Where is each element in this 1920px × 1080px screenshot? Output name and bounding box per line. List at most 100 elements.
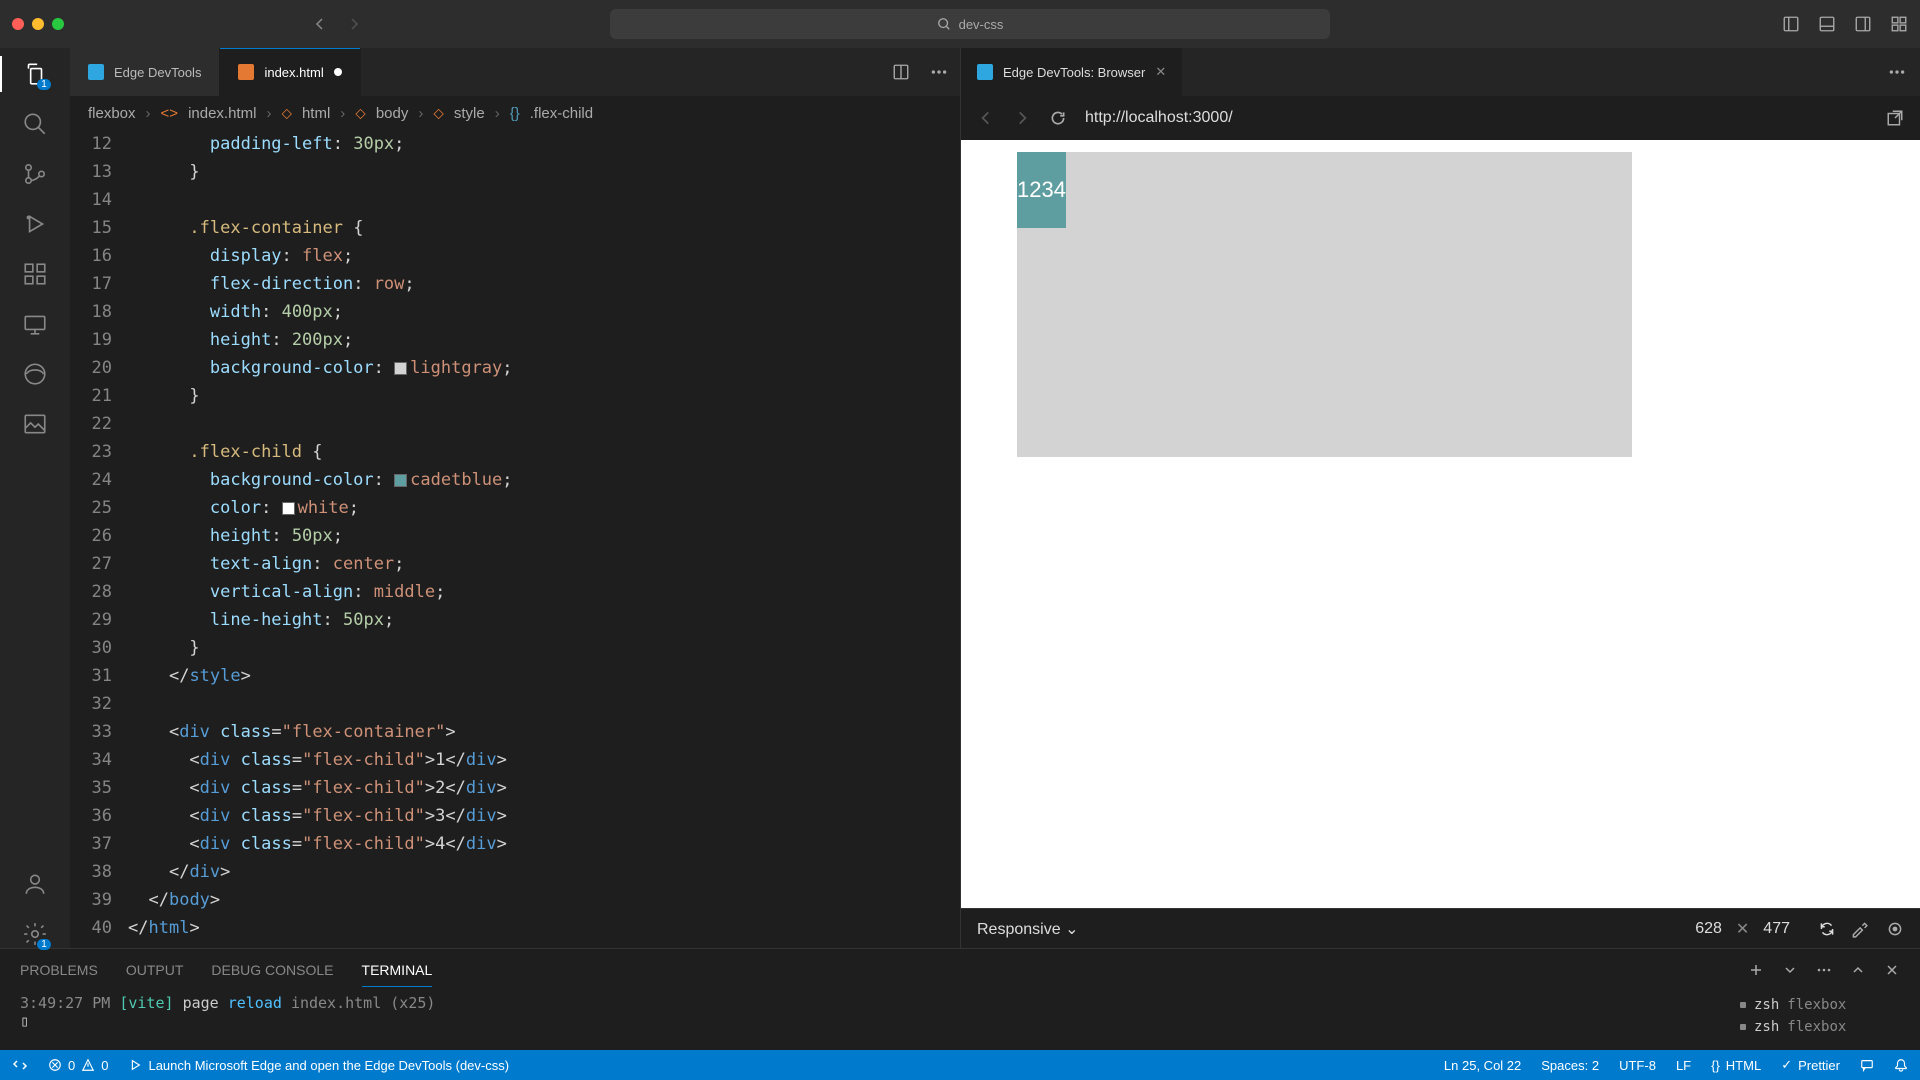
tab-label: index.html xyxy=(264,65,323,80)
status-feedback-icon[interactable] xyxy=(1860,1057,1874,1073)
minimize-window-button[interactable] xyxy=(32,18,44,30)
browser-back-icon[interactable] xyxy=(977,109,995,127)
more-actions-icon[interactable] xyxy=(930,63,948,81)
chevron-right-icon: › xyxy=(495,105,500,122)
panel-tab-terminal[interactable]: TERMINAL xyxy=(362,962,433,987)
breadcrumb[interactable]: flexbox › <> index.html › ⬦ html › ⬦ bod… xyxy=(70,96,960,130)
activity-edge-devtools[interactable] xyxy=(21,360,49,388)
terminal-list-item[interactable]: zsh flexbox xyxy=(1740,1016,1900,1038)
panel-tab-output[interactable]: OUTPUT xyxy=(126,962,184,978)
status-remote[interactable] xyxy=(12,1057,28,1073)
dirty-indicator-icon xyxy=(334,68,342,76)
url-bar[interactable]: http://localhost:3000/ xyxy=(1085,109,1233,127)
activity-source-control[interactable] xyxy=(21,160,49,188)
status-eol[interactable]: LF xyxy=(1676,1057,1691,1073)
panel-tab-debug-console[interactable]: DEBUG CONSOLE xyxy=(211,962,333,978)
activity-settings[interactable]: 1 xyxy=(21,920,49,948)
settings-badge: 1 xyxy=(37,939,51,950)
nav-back-icon[interactable] xyxy=(312,16,328,32)
status-prettier[interactable]: ✓ Prettier xyxy=(1781,1057,1840,1073)
activity-extensions[interactable] xyxy=(21,260,49,288)
terminal-cursor: ▯ xyxy=(20,1012,1740,1030)
status-language[interactable]: {} HTML xyxy=(1711,1057,1761,1073)
activity-image[interactable] xyxy=(21,410,49,438)
preview-flex-child: 2 xyxy=(1029,152,1041,228)
breadcrumb-item[interactable]: flexbox xyxy=(88,105,136,122)
dimension-separator: ✕ xyxy=(1736,919,1749,939)
rotate-icon[interactable] xyxy=(1818,920,1836,938)
status-problems[interactable]: 0 0 xyxy=(48,1058,108,1073)
browser-tab[interactable]: Edge DevTools: Browser ✕ xyxy=(961,48,1182,96)
activity-run-debug[interactable] xyxy=(21,210,49,238)
browser-reload-icon[interactable] xyxy=(1049,109,1067,127)
terminal-file: index.html xyxy=(291,994,381,1012)
eyedropper-icon[interactable] xyxy=(1850,920,1868,938)
close-window-button[interactable] xyxy=(12,18,24,30)
maximize-window-button[interactable] xyxy=(52,18,64,30)
activity-bar: 1 1 xyxy=(0,48,70,948)
explorer-badge: 1 xyxy=(37,79,51,90)
open-external-icon[interactable] xyxy=(1886,109,1904,127)
tab-edge-devtools[interactable]: Edge DevTools xyxy=(70,48,220,96)
browser-tab-label: Edge DevTools: Browser xyxy=(1003,65,1145,80)
browser-forward-icon[interactable] xyxy=(1013,109,1031,127)
layout-panel-right-icon[interactable] xyxy=(1854,15,1872,33)
breadcrumb-item[interactable]: style xyxy=(454,105,485,122)
terminal-list-item[interactable]: zsh flexbox xyxy=(1740,994,1900,1016)
edge-icon xyxy=(88,64,104,80)
browser-toolbar: http://localhost:3000/ xyxy=(961,96,1920,140)
chevron-right-icon: › xyxy=(266,105,271,122)
terminal-count: (x25) xyxy=(390,994,435,1012)
terminal-icon xyxy=(1740,1024,1746,1030)
tab-index-html[interactable]: index.html xyxy=(220,48,360,96)
breadcrumb-item[interactable]: html xyxy=(302,105,330,122)
more-actions-icon[interactable] xyxy=(1888,63,1906,81)
code-editor[interactable]: 1213141516171819202122232425262728293031… xyxy=(70,130,960,948)
window-controls xyxy=(12,18,64,30)
status-encoding[interactable]: UTF-8 xyxy=(1619,1057,1656,1073)
new-terminal-icon[interactable] xyxy=(1748,962,1764,978)
check-icon: ✓ xyxy=(1781,1057,1792,1073)
status-launch-task[interactable]: Launch Microsoft Edge and open the Edge … xyxy=(128,1058,509,1073)
html-file-icon xyxy=(238,64,254,80)
tab-label: Edge DevTools xyxy=(114,65,201,80)
terminal-dropdown-icon[interactable] xyxy=(1782,962,1798,978)
device-mode-dropdown[interactable]: Responsive ⌄ xyxy=(977,919,1078,939)
terminal-list: zsh flexbox zsh flexbox xyxy=(1740,994,1900,1038)
code-content[interactable]: padding-left: 30px; } .flex-container { … xyxy=(128,130,960,948)
panel-tab-problems[interactable]: PROBLEMS xyxy=(20,962,98,978)
split-editor-icon[interactable] xyxy=(892,63,910,81)
close-icon[interactable]: ✕ xyxy=(1155,64,1166,80)
status-notifications-icon[interactable] xyxy=(1894,1057,1908,1073)
browser-viewport[interactable]: 1 2 3 4 xyxy=(961,140,1920,908)
preview-flex-child: 4 xyxy=(1054,152,1066,228)
target-icon[interactable] xyxy=(1886,920,1904,938)
chevron-up-icon[interactable] xyxy=(1850,962,1866,978)
status-indentation[interactable]: Spaces: 2 xyxy=(1541,1057,1599,1073)
viewport-width[interactable]: 628 xyxy=(1695,920,1722,938)
terminal-reload: reload xyxy=(228,994,282,1012)
activity-accounts[interactable] xyxy=(21,870,49,898)
chevron-right-icon: › xyxy=(146,105,151,122)
close-panel-icon[interactable] xyxy=(1884,962,1900,978)
breadcrumb-item[interactable]: body xyxy=(376,105,409,122)
nav-forward-icon[interactable] xyxy=(346,16,362,32)
brace-icon: {} xyxy=(510,105,520,122)
layout-panel-left-icon[interactable] xyxy=(1782,15,1800,33)
breadcrumb-item[interactable]: .flex-child xyxy=(530,105,593,122)
command-center[interactable]: dev-css xyxy=(610,9,1330,39)
activity-remote[interactable] xyxy=(21,310,49,338)
tag-icon: ⬦ xyxy=(433,105,444,122)
viewport-height[interactable]: 477 xyxy=(1763,920,1790,938)
status-cursor-position[interactable]: Ln 25, Col 22 xyxy=(1444,1057,1521,1073)
terminal[interactable]: 3:49:27 PM [vite] page reload index.html… xyxy=(0,990,1920,1050)
more-actions-icon[interactable] xyxy=(1816,962,1832,978)
breadcrumb-item[interactable]: index.html xyxy=(188,105,256,122)
activity-search[interactable] xyxy=(21,110,49,138)
layout-customize-icon[interactable] xyxy=(1890,15,1908,33)
chevron-right-icon: › xyxy=(340,105,345,122)
terminal-icon xyxy=(1740,1002,1746,1008)
layout-panel-bottom-icon[interactable] xyxy=(1818,15,1836,33)
edge-icon xyxy=(977,64,993,80)
activity-explorer[interactable]: 1 xyxy=(21,60,49,88)
